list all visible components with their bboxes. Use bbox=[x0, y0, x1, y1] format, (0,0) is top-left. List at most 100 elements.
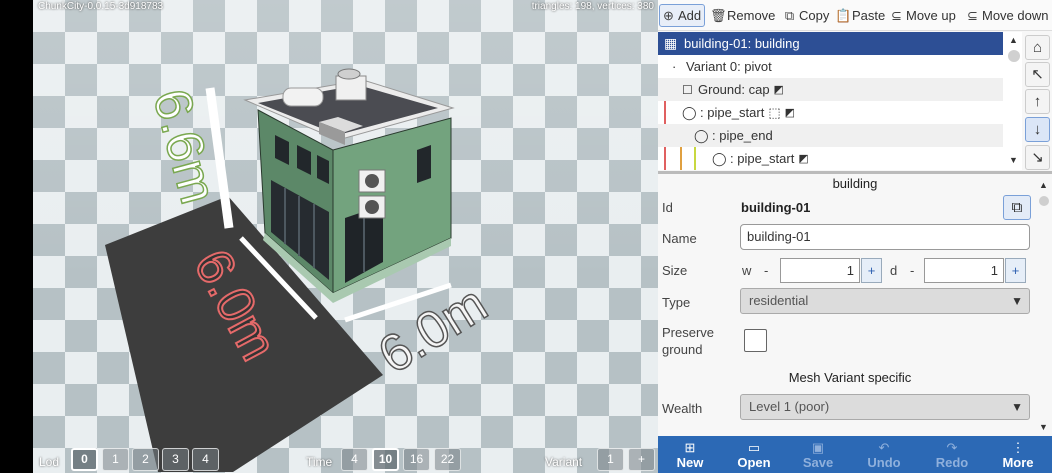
more-button[interactable]: ⋮ More bbox=[986, 436, 1050, 473]
scroll-thumb[interactable] bbox=[1008, 50, 1020, 62]
preserve-ground-label: Preserve bbox=[662, 325, 715, 340]
move-up-button-label: Move up bbox=[906, 8, 956, 23]
tree-item-pipe-end[interactable]: ◯ : pipe_end bbox=[658, 124, 1003, 147]
add-button[interactable]: ⊕ Add bbox=[659, 4, 706, 27]
variant-label: Variant bbox=[545, 455, 583, 469]
undo-button[interactable]: ↶ Undo bbox=[852, 436, 916, 473]
time-button-10[interactable]: 10 bbox=[372, 448, 399, 471]
type-label: Type bbox=[662, 295, 691, 310]
name-input[interactable]: building-01 bbox=[740, 224, 1030, 250]
editor-panel: ⊕ Add 🗑 Remove ⧉ Copy 📋 Paste ⊆ Move up … bbox=[658, 0, 1052, 473]
undo-icon: ↶ bbox=[878, 440, 890, 455]
move-up-button[interactable]: ⊆ Move up bbox=[889, 4, 956, 27]
scroll-thumb[interactable] bbox=[1039, 196, 1049, 206]
tree-scrollbar[interactable]: ▲ ▼ bbox=[1006, 32, 1022, 170]
tree-item-variant[interactable]: · Variant 0: pivot bbox=[658, 55, 1003, 78]
more-vertical-icon: ⋮ bbox=[1011, 440, 1025, 455]
lod-button-2[interactable]: 2 bbox=[132, 448, 159, 471]
paste-button-label: Paste bbox=[852, 8, 886, 23]
object-tree[interactable]: ▦ building-01: building · Variant 0: piv… bbox=[658, 32, 1006, 170]
id-value: building-01 bbox=[741, 200, 811, 215]
time-button-22[interactable]: 22 bbox=[434, 448, 461, 471]
scroll-up-icon[interactable]: ▲ bbox=[1039, 180, 1048, 190]
folder-icon: ▭ bbox=[747, 440, 761, 455]
lod-button-0[interactable]: 0 bbox=[71, 448, 98, 471]
variant-plus-button[interactable]: + bbox=[628, 448, 655, 471]
time-button-16[interactable]: 16 bbox=[403, 448, 430, 471]
panel-splitter[interactable] bbox=[658, 171, 1052, 174]
wealth-select[interactable]: Level 1 (poor) ▼ bbox=[740, 394, 1030, 420]
section-title: building bbox=[832, 176, 878, 191]
arrow-up-left-icon: ↖ bbox=[1031, 66, 1044, 83]
add-button-label: Add bbox=[678, 8, 702, 23]
scroll-down-icon[interactable]: ▼ bbox=[1039, 422, 1048, 432]
copy-button-label: Copy bbox=[799, 8, 830, 23]
tree-item-building[interactable]: ▦ building-01: building bbox=[658, 32, 1003, 55]
3d-viewport[interactable]: 6.6m 6.0m 6.0m ChunkCity-0.0.15-3d918783… bbox=[33, 0, 658, 473]
tree-item-label: Ground: cap bbox=[698, 82, 770, 97]
new-file-icon: ⊞ bbox=[684, 440, 696, 455]
lod-label: Lod bbox=[39, 455, 60, 469]
tree-navigation: ⌂ ↖ ↑ ↓ ↘ bbox=[1024, 32, 1052, 172]
arrow-down-icon: ↓ bbox=[1033, 121, 1042, 138]
tree-item-ground[interactable]: ☐ Ground: cap ◩ bbox=[658, 78, 1003, 101]
depth-input[interactable]: 1 bbox=[924, 258, 1004, 283]
tree-item-label: Variant 0: pivot bbox=[686, 59, 772, 74]
tree-item-pipe-start[interactable]: ◯ : pipe_start ⬚ ◩ bbox=[658, 101, 1003, 124]
new-button[interactable]: ⊞ New bbox=[658, 436, 722, 473]
depth-minus-button[interactable]: - bbox=[910, 263, 914, 278]
new-button-label: New bbox=[676, 455, 704, 470]
redo-button[interactable]: ↷ Redo bbox=[920, 436, 984, 473]
paste-button[interactable]: 📋 Paste bbox=[835, 4, 885, 27]
remove-button-label: Remove bbox=[727, 8, 776, 23]
tree-item-label: building-01: building bbox=[684, 36, 800, 51]
scroll-up-icon[interactable]: ▲ bbox=[1009, 35, 1018, 45]
move-down-button-label: Move down bbox=[982, 8, 1049, 23]
pipe-icon: ◯ bbox=[694, 127, 709, 143]
tree-item-pipe-start-2[interactable]: ◯ : pipe_start ◩ bbox=[658, 147, 1003, 170]
building-icon: ▦ bbox=[664, 35, 678, 51]
move-down-button[interactable]: ⊆ Move down bbox=[965, 4, 1048, 27]
trash-icon: 🗑 bbox=[710, 8, 727, 23]
lod-button-1[interactable]: 1 bbox=[102, 448, 129, 471]
more-button-label: More bbox=[1002, 455, 1034, 470]
previous-button[interactable]: ↑ bbox=[1025, 89, 1050, 114]
home-button[interactable]: ⌂ bbox=[1025, 35, 1050, 60]
move-up-icon: ⊆ bbox=[891, 8, 902, 23]
properties-scrollbar[interactable]: ▲ ▼ bbox=[1036, 178, 1052, 436]
preserve-ground-label-2: ground bbox=[662, 342, 703, 357]
lod-button-4[interactable]: 4 bbox=[192, 448, 219, 471]
pipe-icon: ◯ bbox=[712, 150, 727, 166]
go-child-button[interactable]: ↘ bbox=[1025, 145, 1050, 170]
width-minus-button[interactable]: - bbox=[764, 263, 768, 278]
time-button-4[interactable]: 4 bbox=[341, 448, 368, 471]
next-button[interactable]: ↓ bbox=[1025, 117, 1050, 142]
go-parent-button[interactable]: ↖ bbox=[1025, 62, 1050, 87]
lod-button-3[interactable]: 3 bbox=[162, 448, 189, 471]
copy-button[interactable]: ⧉ Copy bbox=[782, 4, 830, 27]
wealth-label: Wealth bbox=[662, 401, 703, 416]
copy-icon: ⧉ bbox=[1011, 199, 1023, 216]
open-button-label: Open bbox=[737, 455, 771, 470]
time-label: Time bbox=[306, 455, 333, 469]
depth-plus-button[interactable]: + bbox=[1005, 258, 1026, 283]
open-button[interactable]: ▭ Open bbox=[722, 436, 786, 473]
width-label: w bbox=[742, 263, 752, 278]
copy-id-button[interactable]: ⧉ bbox=[1003, 195, 1031, 220]
scene[interactable]: 6.6m 6.0m 6.0m bbox=[33, 0, 658, 473]
tree-toolbar: ⊕ Add 🗑 Remove ⧉ Copy 📋 Paste ⊆ Move up … bbox=[658, 0, 1052, 31]
scroll-down-icon[interactable]: ▼ bbox=[1009, 155, 1018, 165]
width-input[interactable]: 1 bbox=[780, 258, 860, 283]
texture-icon: ◩ bbox=[784, 107, 796, 119]
chevron-down-icon: ▼ bbox=[1011, 294, 1023, 308]
action-bar: ⊞ New ▭ Open ▣ Save ↶ Undo ↷ Redo ⋮ More bbox=[658, 436, 1052, 473]
tree-item-label: : pipe_start bbox=[730, 151, 795, 166]
remove-button[interactable]: 🗑 Remove bbox=[710, 4, 775, 27]
bullet-icon: · bbox=[672, 59, 677, 74]
save-button[interactable]: ▣ Save bbox=[786, 436, 850, 473]
save-icon: ▣ bbox=[811, 440, 825, 455]
preserve-ground-checkbox[interactable] bbox=[744, 329, 767, 352]
type-select[interactable]: residential ▼ bbox=[740, 288, 1030, 314]
width-plus-button[interactable]: + bbox=[861, 258, 882, 283]
size-label: Size bbox=[662, 263, 688, 278]
